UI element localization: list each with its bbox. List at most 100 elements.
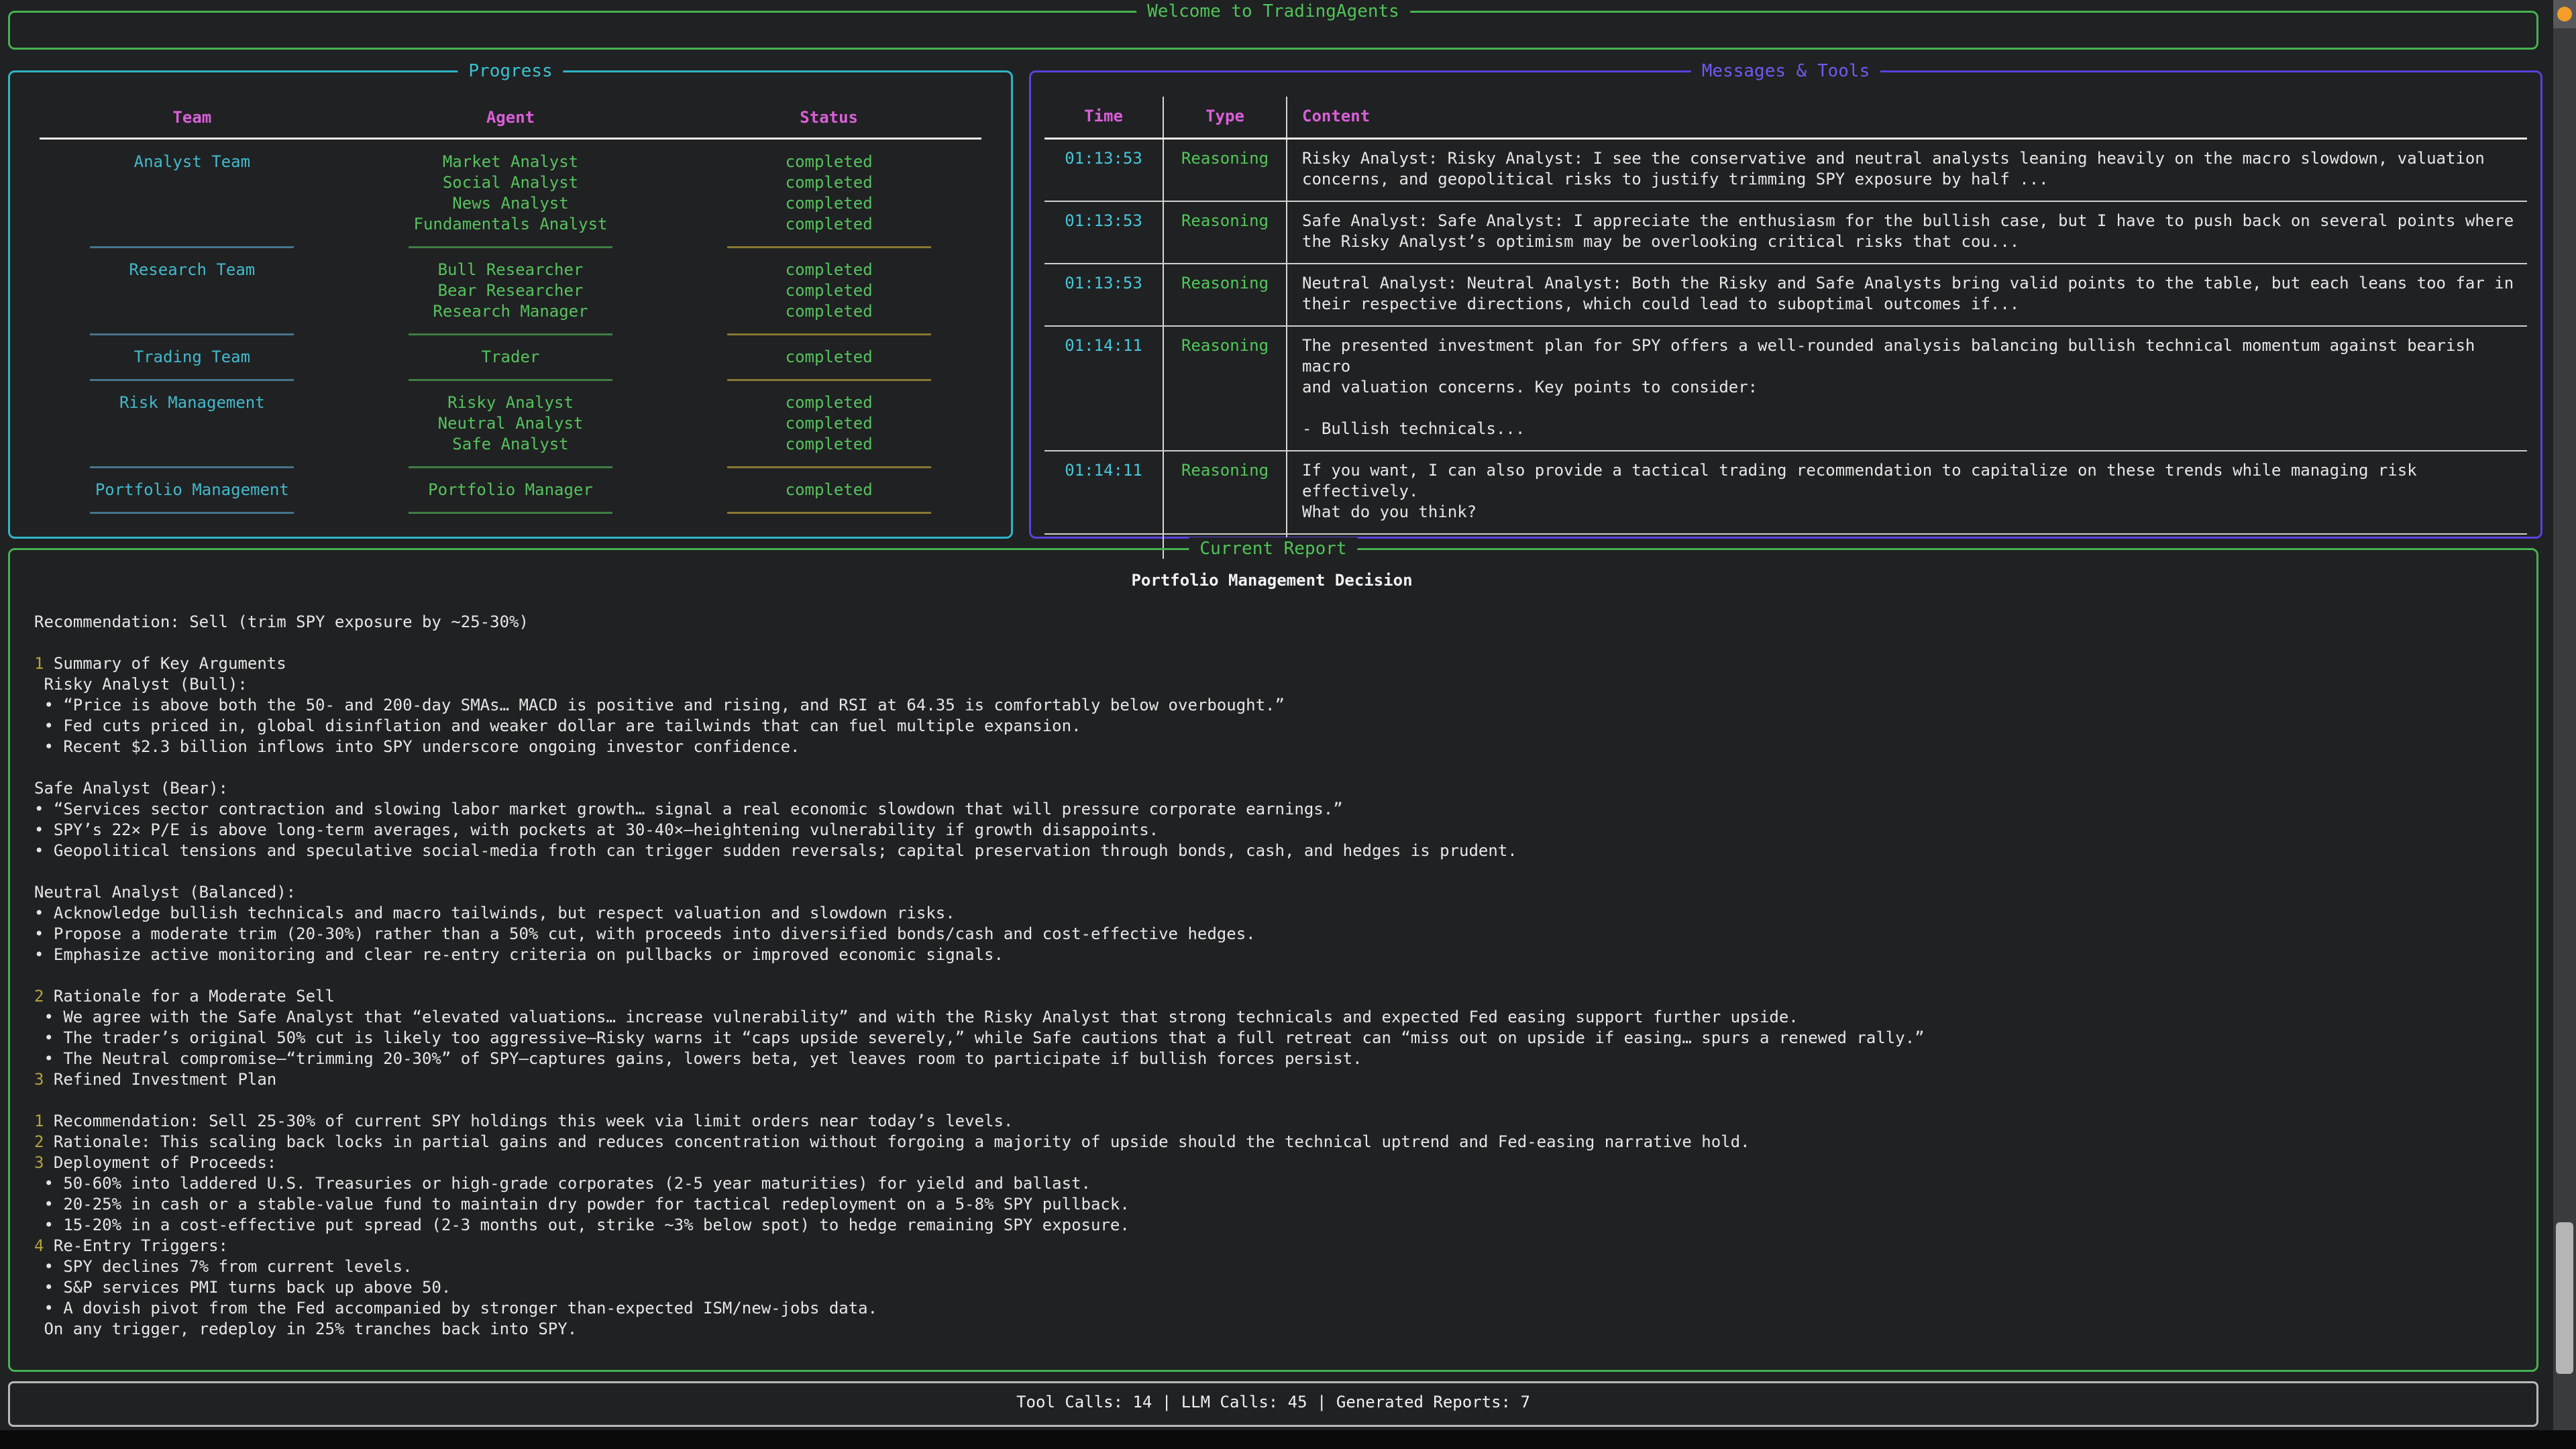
message-type: Reasoning (1164, 140, 1287, 201)
report-line: • SPY declines 7% from current levels. (34, 1256, 2510, 1277)
agent-cell: Bull ResearcherBear ResearcherResearch M… (352, 260, 670, 322)
agent-name: News Analyst (352, 193, 670, 214)
report-line: • SPY’s 22× P/E is above long-term avera… (34, 820, 2510, 841)
status-value: completed (669, 172, 988, 193)
messages-col-content: Content (1287, 97, 2527, 138)
progress-table-header: Team Agent Status (33, 107, 988, 138)
status-value: completed (669, 260, 988, 280)
list-number: 1 (34, 1112, 44, 1130)
report-line: 1 Recommendation: Sell 25-30% of current… (34, 1111, 2510, 1132)
progress-table: Team Agent Status Analyst TeamMarket Ana… (10, 72, 1011, 525)
progress-panel: Progress Team Agent Status Analyst TeamM… (8, 70, 1013, 539)
status-value: completed (669, 193, 988, 214)
report-content: Portfolio Management Decision Recommenda… (10, 550, 2536, 1340)
report-line: Neutral Analyst (Balanced): (34, 882, 2510, 903)
row-separator (33, 368, 988, 392)
progress-col-team: Team (33, 107, 352, 138)
messages-table-body: 01:13:53ReasoningRisky Analyst: Risky An… (1044, 140, 2527, 535)
table-row: 01:14:11ReasoningThe presented investmen… (1044, 327, 2527, 451)
welcome-panel: Welcome to TradingAgents (8, 11, 2538, 50)
list-number: 3 (34, 1153, 44, 1172)
table-row: 01:13:53ReasoningSafe Analyst: Safe Anal… (1044, 202, 2527, 264)
report-line: • We agree with the Safe Analyst that “e… (34, 1007, 2510, 1028)
current-report-panel-title: Current Report (1189, 537, 1357, 560)
report-line: • The Neutral compromise—“trimming 20-30… (34, 1049, 2510, 1069)
status-value: completed (669, 413, 988, 434)
messages-col-time: Time (1044, 97, 1164, 138)
status-value: completed (669, 434, 988, 455)
messages-col-type: Type (1164, 97, 1287, 138)
status-cell: completedcompletedcompleted (669, 392, 988, 455)
row-separator (33, 235, 988, 260)
table-row: Trading TeamTradercompleted (33, 347, 988, 368)
report-line (34, 861, 2510, 882)
message-content: Safe Analyst: Safe Analyst: I appreciate… (1287, 202, 2527, 263)
report-line: • “Price is above both the 50- and 200-d… (34, 695, 2510, 716)
progress-table-body: Analyst TeamMarket AnalystSocial Analyst… (33, 152, 988, 525)
progress-col-agent: Agent (352, 107, 670, 138)
team-cell: Analyst Team (33, 152, 352, 235)
status-value: completed (669, 347, 988, 368)
row-separator (33, 500, 988, 525)
report-line: • The trader’s original 50% cut is likel… (34, 1028, 2510, 1049)
report-line: • 15-20% in a cost-effective put spread … (34, 1215, 2510, 1236)
agent-cell: Market AnalystSocial AnalystNews Analyst… (352, 152, 670, 235)
message-content: If you want, I can also provide a tactic… (1287, 451, 2527, 533)
list-number: 4 (34, 1236, 44, 1255)
team-cell: Trading Team (33, 347, 352, 368)
current-report-panel: Current Report Portfolio Management Deci… (8, 548, 2538, 1372)
report-line: • S&P services PMI turns back up above 5… (34, 1277, 2510, 1298)
agent-cell: Portfolio Manager (352, 480, 670, 500)
terminal-bottom-edge (0, 1430, 2576, 1449)
messages-table-header: Time Type Content (1044, 97, 2527, 140)
message-type: Reasoning (1164, 264, 1287, 325)
table-row: Research TeamBull ResearcherBear Researc… (33, 260, 988, 322)
team-cell: Portfolio Management (33, 480, 352, 500)
message-content: Risky Analyst: Risky Analyst: I see the … (1287, 140, 2527, 201)
message-time: 01:13:53 (1044, 140, 1164, 201)
footer-stats-text: Tool Calls: 14 | LLM Calls: 45 | Generat… (10, 1383, 2536, 1421)
scrollbar-thumb[interactable] (2556, 1222, 2573, 1374)
status-cell: completedcompletedcompletedcompleted (669, 152, 988, 235)
report-line: On any trigger, redeploy in 25% tranches… (34, 1319, 2510, 1340)
scrollbar-track[interactable] (2553, 0, 2576, 1430)
message-time: 01:13:53 (1044, 264, 1164, 325)
scroll-marker-icon (2557, 7, 2572, 21)
report-line: • Geopolitical tensions and speculative … (34, 841, 2510, 861)
list-number: 2 (34, 1132, 44, 1151)
messages-panel-title: Messages & Tools (1691, 60, 1880, 83)
report-line (34, 965, 2510, 986)
report-line: • “Services sector contraction and slowi… (34, 799, 2510, 820)
agent-name: Bear Researcher (352, 280, 670, 301)
message-content: The presented investment plan for SPY of… (1287, 327, 2527, 450)
status-cell: completed (669, 347, 988, 368)
message-time: 01:14:11 (1044, 451, 1164, 533)
table-row: Portfolio ManagementPortfolio Managercom… (33, 480, 988, 500)
messages-panel: Messages & Tools Time Type Content 01:13… (1029, 70, 2542, 539)
agent-name: Fundamentals Analyst (352, 214, 670, 235)
messages-table: Time Type Content 01:13:53ReasoningRisky… (1031, 72, 2540, 559)
status-value: completed (669, 301, 988, 322)
footer-stats-panel: Tool Calls: 14 | LLM Calls: 45 | Generat… (8, 1381, 2538, 1427)
scrollbar-top-button[interactable] (2553, 0, 2576, 28)
team-cell: Research Team (33, 260, 352, 322)
report-line: • Fed cuts priced in, global disinflatio… (34, 716, 2510, 737)
status-value: completed (669, 480, 988, 500)
message-type: Reasoning (1164, 202, 1287, 263)
report-line: 4 Re-Entry Triggers: (34, 1236, 2510, 1256)
status-value: completed (669, 152, 988, 172)
status-cell: completedcompletedcompleted (669, 260, 988, 322)
report-line: • A dovish pivot from the Fed accompanie… (34, 1298, 2510, 1319)
progress-col-status: Status (669, 107, 988, 138)
message-time: 01:14:11 (1044, 327, 1164, 450)
report-line: Safe Analyst (Bear): (34, 778, 2510, 799)
row-separator (33, 322, 988, 347)
report-line: 2 Rationale for a Moderate Sell (34, 986, 2510, 1007)
list-number: 2 (34, 987, 44, 1006)
report-line: 3 Refined Investment Plan (34, 1069, 2510, 1090)
status-value: completed (669, 214, 988, 235)
list-number: 1 (34, 654, 44, 673)
message-type: Reasoning (1164, 327, 1287, 450)
agent-name: Trader (352, 347, 670, 368)
report-heading: Portfolio Management Decision (34, 570, 2510, 591)
